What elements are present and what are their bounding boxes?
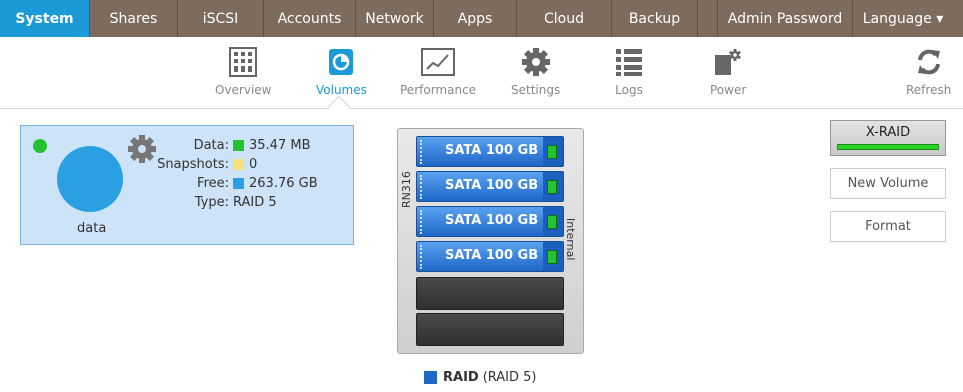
tab-system[interactable]: System [0, 0, 90, 37]
toolbar-logs-label: Logs [615, 83, 643, 97]
disk-label: SATA 100 GB [445, 213, 539, 228]
disk-bay-4[interactable]: SATA 100 GB [416, 241, 564, 272]
gear-icon [521, 45, 551, 79]
stat-snapshots-value: 0 [249, 157, 258, 172]
disk-grip [420, 140, 427, 164]
tab-network[interactable]: Network [356, 0, 434, 37]
grid-icon [229, 45, 258, 79]
disk-grip [420, 245, 427, 269]
toolbar-overview-label: Overview [215, 83, 272, 97]
volume-usage-pie [57, 146, 123, 212]
stat-data: Data: 35.47 MB [157, 136, 343, 155]
sub-toolbar: Overview Volumes Performance Settings Lo… [0, 37, 963, 109]
chart-icon [421, 45, 456, 79]
toolbar-volumes[interactable]: Volumes [316, 45, 367, 97]
toolbar-performance-label: Performance [400, 83, 477, 97]
format-button[interactable]: Format [830, 211, 946, 242]
refresh-icon [915, 45, 943, 79]
toolbar-overview[interactable]: Overview [215, 45, 272, 97]
volume-name: data [77, 221, 107, 236]
power-icon [713, 45, 743, 79]
toolbar-performance[interactable]: Performance [400, 45, 476, 97]
tab-iscsi[interactable]: iSCSI [178, 0, 264, 37]
disk-grip [420, 210, 427, 234]
tab-shares[interactable]: Shares [90, 0, 178, 37]
stat-free-value: 263.76 GB [249, 176, 318, 191]
toolbar-settings-label: Settings [511, 83, 561, 97]
snapshots-swatch [233, 159, 244, 170]
disk-led-icon [547, 180, 557, 194]
disk-grip [420, 175, 427, 199]
toolbar-settings[interactable]: Settings [511, 45, 560, 97]
data-swatch [233, 140, 244, 151]
disk-bay-3[interactable]: SATA 100 GB [416, 206, 564, 237]
stat-data-key: Data: [193, 138, 229, 153]
disk-label: SATA 100 GB [445, 248, 539, 263]
stat-type: Type: RAID 5 [157, 193, 343, 212]
top-nav: System Shares iSCSI Accounts Network App… [0, 0, 963, 37]
toolbar-refresh[interactable]: Refresh [906, 45, 951, 97]
disk-label: SATA 100 GB [445, 143, 539, 158]
enclosure-location-label: Internal [564, 218, 577, 261]
disk-led-icon [547, 145, 557, 159]
disk-led-icon [547, 215, 557, 229]
stat-snapshots-key: Snapshots: [157, 157, 229, 172]
toolbar-volumes-label: Volumes [316, 83, 367, 97]
disk-bay-1[interactable]: SATA 100 GB [416, 136, 564, 167]
toolbar-logs[interactable]: Logs [615, 45, 643, 97]
tab-apps[interactable]: Apps [434, 0, 517, 37]
new-volume-button[interactable]: New Volume [830, 168, 946, 199]
stat-free-key: Free: [197, 176, 229, 191]
volume-card[interactable]: data Data: 35.47 MB Snapshots: 0 Free: 2… [20, 125, 354, 245]
raid-legend: RAID (RAID 5) [424, 370, 537, 385]
volume-settings-gear-icon[interactable] [127, 134, 157, 168]
stat-data-value: 35.47 MB [249, 138, 311, 153]
stat-type-value: RAID 5 [233, 195, 277, 210]
free-swatch [233, 178, 244, 189]
toolbar-power[interactable]: Power [710, 45, 746, 97]
disk-led-icon [547, 250, 557, 264]
tab-cloud[interactable]: Cloud [517, 0, 612, 37]
pie-icon [328, 45, 354, 79]
disk-bay-6-empty[interactable] [416, 313, 564, 346]
tab-backup[interactable]: Backup [612, 0, 698, 37]
raid-level: (RAID 5) [482, 370, 537, 385]
toolbar-refresh-label: Refresh [906, 83, 952, 97]
enclosure-model-label: RN316 [400, 171, 413, 208]
tab-language[interactable]: Language ▾ [853, 0, 953, 37]
stat-type-key: Type: [194, 195, 229, 210]
volume-status-dot [33, 139, 47, 153]
tab-accounts[interactable]: Accounts [264, 0, 356, 37]
stat-free: Free: 263.76 GB [157, 174, 343, 193]
nav-divider [698, 0, 718, 37]
stat-snapshots: Snapshots: 0 [157, 155, 343, 174]
xraid-button[interactable]: X-RAID [830, 120, 946, 156]
raid-name: RAID [443, 370, 479, 385]
xraid-label: X-RAID [865, 125, 911, 140]
toolbar-power-label: Power [710, 83, 747, 97]
disk-label: SATA 100 GB [445, 178, 539, 193]
xraid-status-bar [837, 144, 939, 150]
tab-admin-password[interactable]: Admin Password [718, 0, 853, 37]
volume-stats: Data: 35.47 MB Snapshots: 0 Free: 263.76… [157, 136, 343, 212]
raid-swatch [424, 371, 437, 384]
list-icon [615, 45, 643, 79]
disk-bay-5-empty[interactable] [416, 277, 564, 310]
disk-bay-2[interactable]: SATA 100 GB [416, 171, 564, 202]
